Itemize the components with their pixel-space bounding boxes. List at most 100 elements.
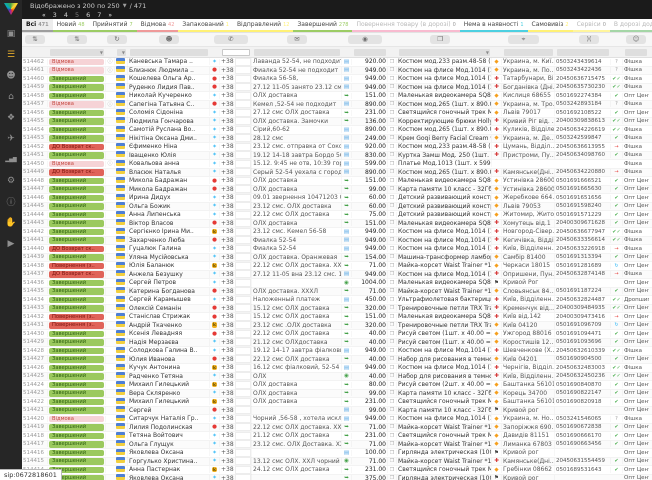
phone-number[interactable]: +385 (220, 134, 252, 142)
status-badge[interactable]: Завершений (49, 399, 104, 406)
phone-number[interactable]: +387 (220, 321, 252, 329)
table-row[interactable]: 514431Повернення (з..Андрій Ткаченкоlc+3… (22, 322, 652, 331)
status-badge[interactable]: Завершений (49, 127, 104, 134)
phone-number[interactable]: +389 (220, 253, 252, 261)
tab-services[interactable]: Сервіси0 (573, 19, 610, 32)
tracking-number[interactable]: 20400309484935 (555, 305, 611, 311)
tab-refused[interactable]: Відмова42 (137, 19, 179, 32)
table-row[interactable]: 514432Повернення (з..Станіслав Стрижак●+… (22, 313, 652, 322)
table-row[interactable]: 514434ЗавершенийСергей Карамышев✶+385Нал… (22, 296, 652, 305)
tracking-number[interactable]: 20450633356614 (555, 237, 611, 243)
table-row[interactable]: 514443ЗавершенийВіктор Власов●+385ОЛХ до… (22, 220, 652, 229)
phone-number[interactable]: +387 (220, 194, 252, 202)
tracking-number[interactable]: 0503242893184 (555, 101, 611, 107)
tracking-number[interactable]: 20450633226918 (555, 246, 611, 252)
table-row[interactable]: 514417ЗавершенийОльга Глущук✶+38023.12 с… (22, 441, 652, 450)
status-badge[interactable]: Завершений (49, 84, 104, 91)
tracking-number[interactable]: 20450634098760 (555, 152, 611, 158)
column-filter-dropdown[interactable] (504, 49, 553, 56)
status-badge[interactable]: Завершений (49, 229, 104, 236)
table-row[interactable]: 514433ЗавершенийОлексій Семанін●+38315.1… (22, 305, 652, 314)
status-badge[interactable]: Завершений (49, 212, 104, 219)
first-page-icon[interactable]: « (42, 12, 46, 19)
page-button-7[interactable]: 7 (97, 11, 101, 19)
status-badge[interactable]: Завершений (49, 280, 104, 287)
info-icon[interactable]: ⓘ (0, 191, 22, 212)
phone-number[interactable]: +381 (220, 75, 252, 83)
status-badge[interactable]: Завершений (49, 305, 104, 312)
table-row[interactable]: 514453ЗавершенийНікітіна Оксана Дми..✶+3… (22, 135, 652, 144)
manager-column-icon[interactable]: ☺ (626, 35, 647, 44)
tracking-number[interactable]: 0501691096709 (555, 322, 611, 328)
table-row[interactable]: 514426ЗавершенийКучук Антонинаlc+38416.1… (22, 364, 652, 373)
status-badge[interactable]: Завершений (49, 288, 104, 295)
table-row[interactable]: 514449ДО Возврат ск..Власюк Наталья✶+383… (22, 169, 652, 178)
status-badge[interactable]: Повернення (з.. (49, 314, 104, 321)
phone-number[interactable]: +388 (220, 474, 252, 480)
table-row[interactable]: 514427ЗавершенийЮлия Иванова●+38822.12 с… (22, 356, 652, 365)
phone-number[interactable]: +385 (220, 100, 252, 108)
sort-status-icon[interactable]: ⇅ (67, 35, 86, 44)
status-badge[interactable]: Завершений (49, 254, 104, 261)
column-filter-dropdown[interactable] (130, 49, 208, 56)
tab-new[interactable]: Новий48 (53, 19, 89, 32)
tracking-number[interactable]: 0501690666170 (555, 433, 611, 439)
tracking-number[interactable]: 20400309838613 (555, 118, 611, 124)
tracking-number[interactable]: 20450632610339 (555, 348, 611, 354)
status-badge[interactable]: Завершений (49, 339, 104, 346)
table-row[interactable]: 514445ЗавершенийОльга Божик✶+38923.12 см… (22, 203, 652, 212)
tracking-number[interactable]: 20450635730230 (555, 84, 611, 90)
phone-column-icon[interactable]: ✆ (214, 35, 247, 44)
table-row[interactable]: 514418ЗавершенийТетяна Войтович✶+38621.1… (22, 432, 652, 441)
app-logo[interactable] (4, 3, 18, 15)
status-badge[interactable]: ДО Возврат ск.. (49, 271, 104, 278)
column-filter-dropdown[interactable]: ▼ (399, 49, 490, 56)
tracking-number[interactable]: 20450636613955 (555, 144, 611, 150)
status-badge[interactable]: Завершений (49, 178, 104, 185)
status-badge[interactable]: Завершений (49, 203, 104, 210)
phone-number[interactable]: +388 (220, 449, 252, 457)
phone-number[interactable]: +383 (220, 347, 252, 355)
tracking-number[interactable]: 0501689531643 (555, 467, 611, 473)
tracking-number[interactable]: 20450631554459 (555, 458, 611, 464)
phone-number[interactable]: +383 (220, 457, 252, 465)
campaigns-icon[interactable]: ✈ (0, 128, 22, 149)
tab-pickup[interactable]: Самовивіз2 (528, 19, 573, 32)
phone-number[interactable]: +387 (220, 92, 252, 100)
stats-icon[interactable]: ▂▅▇ (0, 149, 22, 170)
tracking-number[interactable]: 0501691093696 (555, 339, 611, 345)
tracking-number[interactable]: 0501690672838 (555, 424, 611, 430)
status-badge[interactable]: ДО Возврат ск.. (49, 169, 104, 176)
table-row[interactable]: 514450ВідмоваⓘКовальова анна✶+38815.12. … (22, 160, 652, 169)
phone-number[interactable]: +383 (220, 398, 252, 406)
tracking-number[interactable]: 0503243439614 (555, 59, 611, 65)
clients-icon[interactable]: ☻ (0, 65, 22, 86)
table-row[interactable]: 514435ЗавершенийКатерина Богданова●+387О… (22, 288, 652, 297)
sip-status-bar[interactable]: sip:0672818601 (0, 469, 62, 480)
phone-number[interactable]: +380 (220, 372, 252, 380)
phone-number[interactable]: +386 (220, 432, 252, 440)
column-filter-dropdown[interactable] (254, 49, 340, 56)
status-badge[interactable]: Повернення (з.. (49, 263, 104, 270)
support-icon[interactable]: ✋ (0, 212, 22, 233)
phone-filter-input[interactable] (222, 49, 250, 56)
table-row[interactable]: 514439ЗавершенийУляна Мусійовська✶+389ОЛ… (22, 254, 652, 263)
tracking-number[interactable]: 20400309671628 (555, 220, 611, 226)
table-row[interactable]: 514460ЗавершенийКошелева Ольга Ар..●+381… (22, 75, 652, 84)
column-filter-dropdown[interactable]: ▼ (50, 49, 104, 56)
status-badge[interactable]: ДО Возврат ск.. (49, 144, 104, 151)
tracking-number[interactable]: 0501691187224 (555, 288, 611, 294)
phone-number[interactable]: +388 (220, 160, 252, 168)
phone-number[interactable]: +385 (220, 423, 252, 431)
table-row[interactable]: 514446ЗавершенийИрина Дидух✶+38709.01 зв… (22, 194, 652, 203)
tab-completed[interactable]: Завершений278 (293, 19, 352, 32)
table-row[interactable]: 514430ЗавершенийКсенія Левадняя●+38722.1… (22, 330, 652, 339)
page-size-chevron-down-icon[interactable]: ▼ (123, 3, 127, 9)
page-button-5[interactable]: 5 (75, 11, 79, 19)
phone-number[interactable]: +384 (220, 364, 252, 372)
video-icon[interactable]: ▶ (0, 233, 22, 254)
column-filter-dropdown[interactable] (625, 49, 647, 56)
table-row[interactable]: 514442ЗавершенийСергієнко Ірина Ми..lc+3… (22, 228, 652, 237)
tab-all[interactable]: Всі471 (22, 19, 53, 32)
table-row[interactable]: 514414ЗавершенийАнна Пастернакlc+38124.1… (22, 466, 652, 475)
